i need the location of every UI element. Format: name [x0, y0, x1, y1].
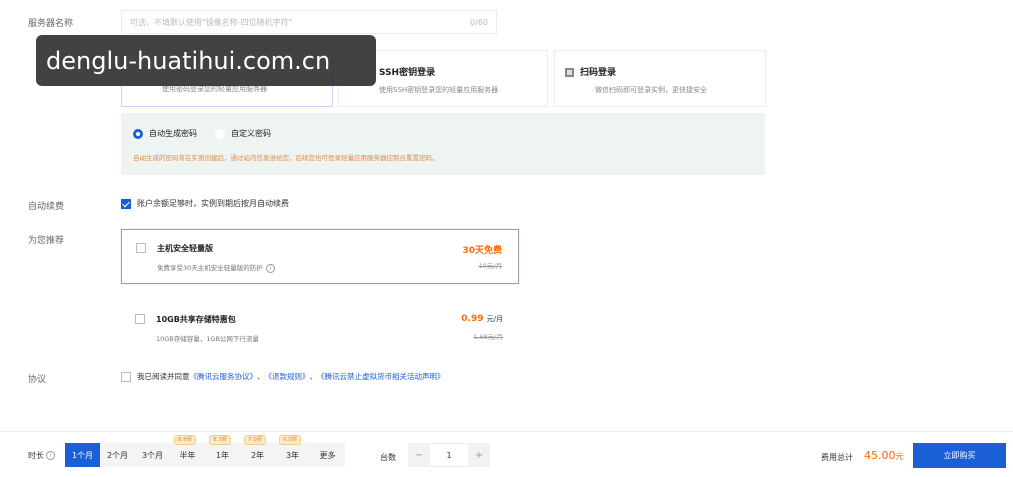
info-icon[interactable]: i [265, 264, 275, 273]
buy-now-button[interactable]: 立即购买 [913, 443, 1006, 468]
duration-more-label: 更多 [319, 450, 336, 460]
discount-badge: 6.0折 [279, 435, 302, 445]
quantity-minus-button[interactable]: − [408, 443, 430, 467]
duration-2-years-label: 2年 [250, 450, 265, 460]
radio-checked-icon [133, 128, 143, 139]
duration-more[interactable]: 更多 [310, 443, 345, 467]
duration-3-months[interactable]: 3个月 [135, 443, 170, 467]
refund-rules-link[interactable]: 《退款规则》 [265, 371, 310, 382]
discount-badge: 8.8折 [174, 435, 197, 445]
duration-1-month-label: 1个月 [71, 450, 94, 460]
storage-price-unit: 元/月 [486, 315, 503, 323]
qrcode-icon [565, 68, 574, 77]
duration-3-months-label: 3个月 [141, 450, 164, 460]
crypto-statement-link[interactable]: 《腾讯云禁止虚拟货币相关活动声明》 [317, 371, 445, 382]
server-name-label: 服务器名称 [28, 19, 74, 29]
total-price: 45.00元 [864, 449, 904, 462]
host-security-title: 主机安全轻量版 [157, 244, 213, 253]
service-agreement-link[interactable]: 《腾讯云服务协议》 [190, 371, 258, 382]
host-security-desc-wrap: 免费享受30天主机安全轻量版的防护 i [157, 262, 275, 273]
login-card-qrcode-header: 扫码登录 [565, 65, 755, 78]
purchase-bar: 时长 i 1个月 2个月 3个月 8.8折 半年 8.3折 1年 7.0折 2年… [0, 431, 1013, 477]
login-card-qrcode-title: 扫码登录 [580, 68, 617, 78]
auto-renew-row: 账户余额足够时，实例到期后按月自动续费 [121, 198, 289, 209]
discount-badge: 8.3折 [209, 435, 232, 445]
radio-custom-password[interactable]: 自定义密码 [215, 128, 271, 139]
agreement-sep-1: 、 [257, 372, 265, 381]
auto-renew-checkbox[interactable] [121, 198, 131, 209]
login-card-ssh-desc: 使用SSH密钥登录您的轻量应用服务器 [379, 86, 499, 94]
total-price-unit: 元 [895, 452, 904, 461]
radio-custom-password-label: 自定义密码 [231, 129, 271, 138]
duration-1-year-label: 1年 [215, 450, 230, 460]
total-price-value: 45.00 [864, 449, 896, 462]
discount-badge: 7.0折 [244, 435, 267, 445]
total-label: 费用总计 [821, 453, 853, 462]
agreement-row: 我已阅读并同意 《腾讯云服务协议》 、 《退款规则》 、 《腾讯云禁止虚拟货币相… [121, 371, 445, 382]
duration-half-year[interactable]: 8.8折 半年 [170, 435, 205, 467]
duration-label-wrap: 时长 i [28, 450, 55, 461]
storage-title: 10GB共享存储特惠包 [156, 315, 236, 324]
recommend-card-storage[interactable]: 10GB共享存储特惠包 10GB存储容量，1GB公网下行流量 0.99 元/月 … [121, 301, 519, 356]
storage-desc: 10GB存储容量，1GB公网下行流量 [156, 335, 259, 343]
storage-price: 0.99 元/月 [461, 314, 503, 324]
password-warning: 自动生成的密码将在实例创建后，通过站内信发送给您，后续您也可登录轻量应用服务器控… [133, 154, 439, 162]
host-security-original-price: 10元/月 [478, 262, 502, 270]
duration-2-months-label: 2个月 [106, 450, 129, 460]
storage-checkbox[interactable] [135, 314, 145, 324]
agreement-sep-2: 、 [309, 372, 318, 381]
duration-3-years[interactable]: 6.0折 3年 [275, 435, 310, 467]
watermark-overlay: denglu-huatihui.com.cn [36, 35, 376, 86]
radio-unchecked-icon [215, 128, 225, 139]
password-options: 自动生成密码 自定义密码 [133, 128, 289, 139]
agreement-checkbox[interactable] [121, 371, 131, 382]
auto-renew-label: 自动续费 [28, 202, 65, 212]
storage-original-price: 1.68元/月 [473, 333, 503, 341]
radio-auto-password[interactable]: 自动生成密码 [133, 128, 197, 139]
recommend-card-host-security[interactable]: 主机安全轻量版 免费享受30天主机安全轻量版的防护 i 30天免费 10元/月 [121, 229, 519, 284]
duration-options: 1个月 2个月 3个月 8.8折 半年 8.3折 1年 7.0折 2年 6.0折… [65, 435, 345, 467]
login-card-qrcode[interactable]: 扫码登录 微信扫码即可登录实例，更快捷安全 [554, 50, 766, 107]
host-security-checkbox[interactable] [136, 243, 146, 253]
login-card-qrcode-desc: 微信扫码即可登录实例，更快捷安全 [595, 86, 707, 94]
storage-price-value: 0.99 [461, 314, 484, 324]
auto-renew-text: 账户余额足够时，实例到期后按月自动续费 [137, 199, 289, 208]
duration-1-month[interactable]: 1个月 [65, 443, 100, 467]
radio-auto-password-label: 自动生成密码 [149, 129, 197, 138]
login-card-ssh-title: SSH密钥登录 [379, 68, 436, 78]
host-security-price: 30天免费 [462, 246, 502, 256]
duration-2-years[interactable]: 7.0折 2年 [240, 435, 275, 467]
recommend-label: 为您推荐 [28, 236, 65, 246]
password-panel: 自动生成密码 自定义密码 自动生成的密码将在实例创建后，通过站内信发送给您，后续… [121, 113, 765, 175]
duration-half-year-label: 半年 [179, 450, 196, 460]
quantity-plus-button[interactable]: + [468, 443, 490, 467]
duration-label: 时长 [28, 451, 44, 460]
duration-2-months[interactable]: 2个月 [100, 443, 135, 467]
host-security-desc: 免费享受30天主机安全轻量版的防护 [157, 264, 263, 272]
server-name-counter: 0/60 [470, 17, 488, 27]
server-name-input[interactable]: 可选，不填默认使用"镜像名称-四位随机字符" 0/60 [121, 10, 497, 34]
duration-1-year[interactable]: 8.3折 1年 [205, 435, 240, 467]
agreement-label: 协议 [28, 375, 47, 385]
quantity-stepper: − 1 + [408, 443, 490, 467]
duration-info-icon[interactable]: i [46, 451, 55, 460]
duration-3-years-label: 3年 [285, 450, 300, 460]
quantity-input[interactable]: 1 [430, 443, 468, 467]
agreement-prefix: 我已阅读并同意 [137, 372, 190, 381]
server-name-placeholder: 可选，不填默认使用"镜像名称-四位随机字符" [130, 17, 293, 27]
quantity-label: 台数 [380, 453, 396, 462]
